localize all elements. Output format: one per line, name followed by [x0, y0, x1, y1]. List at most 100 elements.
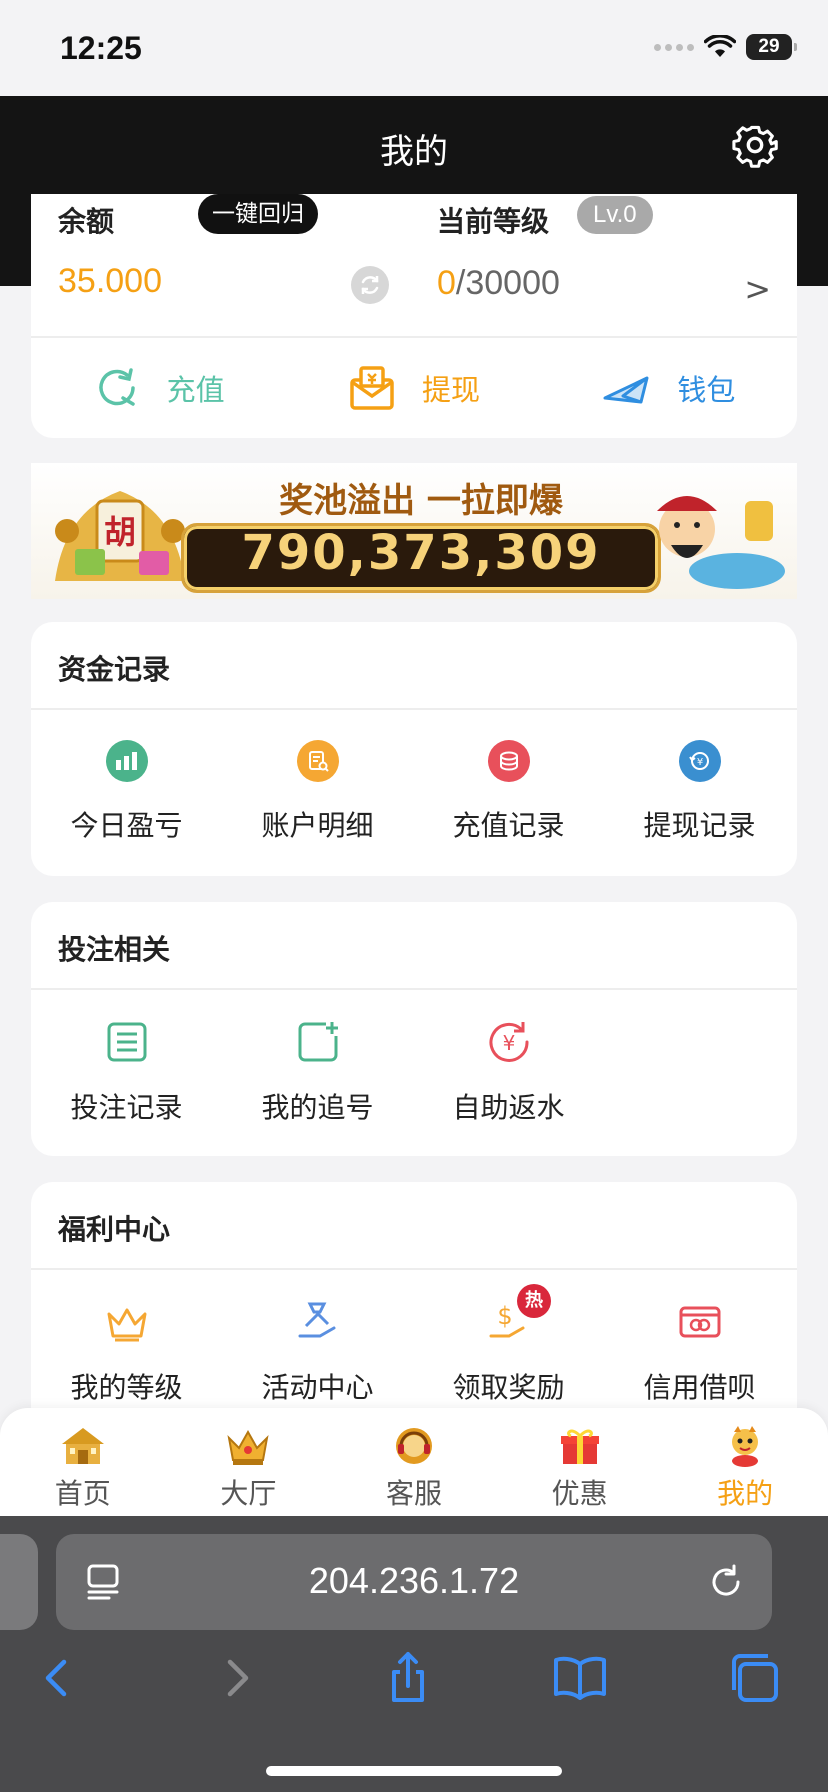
back-icon[interactable]: [30, 1650, 86, 1706]
list-icon: [107, 1022, 146, 1062]
withdraw-envelope-icon: [350, 366, 394, 410]
item-label: 充值记录: [452, 809, 565, 842]
account-detail-item[interactable]: 账户明细: [222, 710, 413, 844]
home-indicator: [266, 1766, 562, 1776]
address-bar[interactable]: 204.236.1.72: [56, 1534, 772, 1630]
url-text: 204.236.1.72: [308, 1560, 520, 1601]
paper-plane-wallet-icon: [603, 376, 649, 404]
funds-grid: 今日盈亏 账户明细 充值记录 ¥ 提现记录: [31, 710, 797, 844]
item-label: 今日盈亏: [70, 809, 183, 842]
tab-label: 大厅: [220, 1477, 277, 1510]
withdraw-record-item[interactable]: ¥ 提现记录: [604, 710, 795, 844]
level-badge: Lv.0: [577, 196, 653, 234]
claim-reward-item[interactable]: $ 热 领取奖励: [413, 1270, 604, 1406]
headset-service-icon: [395, 1428, 432, 1464]
share-icon[interactable]: [380, 1650, 436, 1706]
section-title: 投注相关: [58, 933, 171, 966]
welfare-center-card: 福利中心 我的等级 活动中心 $ 热 领取奖励 信用借呗: [31, 1182, 797, 1436]
document-search-icon: [296, 740, 339, 782]
yuan-exchange-icon: ¥: [678, 740, 721, 782]
browser-nav-row: [0, 1650, 828, 1730]
tab-label: 首页: [54, 1477, 111, 1510]
level-arrow-icon[interactable]: >: [744, 270, 771, 308]
one-click-return-button[interactable]: 一键回归: [198, 194, 318, 234]
home-palace-icon: [61, 1428, 104, 1464]
funds-records-card: 资金记录 今日盈亏 账户明细 充值记录 ¥ 提现记录: [31, 622, 797, 876]
wallet-label: 钱包: [677, 373, 736, 407]
balance-label: 余额: [58, 205, 115, 238]
balance-card: 余额 一键回归 35.000 当前等级 Lv.0 0/30000 > 充值 提现…: [31, 194, 797, 438]
my-level-item[interactable]: 我的等级: [31, 1270, 222, 1406]
credit-loan-item[interactable]: 信用借呗: [604, 1270, 795, 1406]
self-rebate-item[interactable]: ¥ 自助返水: [413, 990, 604, 1126]
withdraw-button[interactable]: 提现: [286, 338, 541, 438]
item-label: 信用借呗: [643, 1371, 756, 1404]
jackpot-banner[interactable]: 胡 奖池溢出 一拉即爆 790,373,309: [31, 463, 797, 599]
tab-label: 我的: [717, 1477, 774, 1510]
my-chase-item[interactable]: 我的追号: [222, 990, 413, 1126]
tab-label: 客服: [385, 1477, 442, 1510]
svg-text:$: $: [497, 1302, 512, 1330]
status-bar: 12:25 29: [0, 0, 828, 96]
bookmarks-icon[interactable]: [552, 1650, 608, 1706]
recharge-record-item[interactable]: 充值记录: [413, 710, 604, 844]
bar-chart-icon: [105, 740, 148, 782]
level-current: 0: [437, 264, 456, 302]
item-label: 投注记录: [70, 1091, 183, 1124]
activity-center-item[interactable]: 活动中心: [222, 1270, 413, 1406]
reload-icon[interactable]: [706, 1562, 746, 1602]
welfare-grid: 我的等级 活动中心 $ 热 领取奖励 信用借呗: [31, 1270, 797, 1406]
forward-icon[interactable]: [208, 1650, 264, 1706]
status-time: 12:25: [60, 30, 142, 66]
add-square-icon: [298, 1022, 338, 1062]
item-label: 我的等级: [70, 1371, 183, 1404]
svg-text:¥: ¥: [502, 1031, 515, 1055]
page-title: 我的: [380, 132, 448, 172]
tab-hall[interactable]: 大厅: [166, 1408, 332, 1516]
battery-icon: 29: [746, 34, 797, 60]
wallet-button[interactable]: 钱包: [542, 338, 797, 438]
tab-mine[interactable]: 我的: [662, 1408, 828, 1516]
tabs-icon[interactable]: [726, 1650, 782, 1706]
previous-tab-preview[interactable]: [0, 1534, 38, 1630]
gift-box-icon: [560, 1429, 599, 1464]
hot-badge: 热: [517, 1284, 551, 1318]
coins-icon: [487, 740, 530, 782]
recharge-label: 充值: [166, 373, 225, 407]
level-label: 当前等级: [437, 205, 550, 238]
bet-record-item[interactable]: 投注记录: [31, 990, 222, 1126]
credit-card-icon: [679, 1306, 720, 1338]
recharge-icon: [98, 368, 135, 406]
item-label: 活动中心: [261, 1371, 374, 1404]
tab-home[interactable]: 首页: [0, 1408, 166, 1516]
mascot-profile-icon: [732, 1426, 759, 1467]
refresh-balance-icon[interactable]: [351, 266, 389, 304]
bet-grid: 投注记录 我的追号 ¥ 自助返水: [31, 990, 797, 1126]
today-profit-item[interactable]: 今日盈亏: [31, 710, 222, 844]
settings-gear-icon[interactable]: [732, 122, 778, 168]
level-progress[interactable]: 0/30000: [437, 264, 560, 303]
section-title: 福利中心: [58, 1213, 171, 1246]
withdraw-label: 提现: [421, 373, 480, 407]
cellular-signal-icon: [654, 43, 694, 51]
balance-value: 35.000: [58, 262, 162, 300]
tab-service[interactable]: 客服: [331, 1408, 497, 1516]
bottom-tab-bar: 首页 大厅 客服 优惠 我的: [0, 1408, 828, 1516]
browser-toolbar: 204.236.1.72: [0, 1516, 828, 1792]
tab-promotions[interactable]: 优惠: [497, 1408, 663, 1516]
mahjong-dragon-icon: 胡: [55, 491, 185, 581]
item-label: 账户明细: [261, 809, 374, 842]
banner-slogan: 奖池溢出 一拉即爆: [279, 481, 563, 521]
item-label: 提现记录: [643, 809, 756, 842]
item-label: 领取奖励: [452, 1371, 565, 1404]
crown-icon: [107, 1308, 146, 1342]
fortune-god-icon: [657, 496, 785, 589]
level-total: /30000: [455, 264, 560, 302]
wallet-actions: 充值 提现 钱包: [31, 338, 797, 438]
item-label: 我的追号: [261, 1091, 374, 1124]
wifi-icon: [704, 35, 736, 57]
recharge-button[interactable]: 充值: [31, 338, 286, 438]
item-label: 自助返水: [452, 1091, 565, 1124]
jackpot-amount: 790,373,309: [241, 525, 601, 581]
svg-text:¥: ¥: [696, 757, 702, 768]
